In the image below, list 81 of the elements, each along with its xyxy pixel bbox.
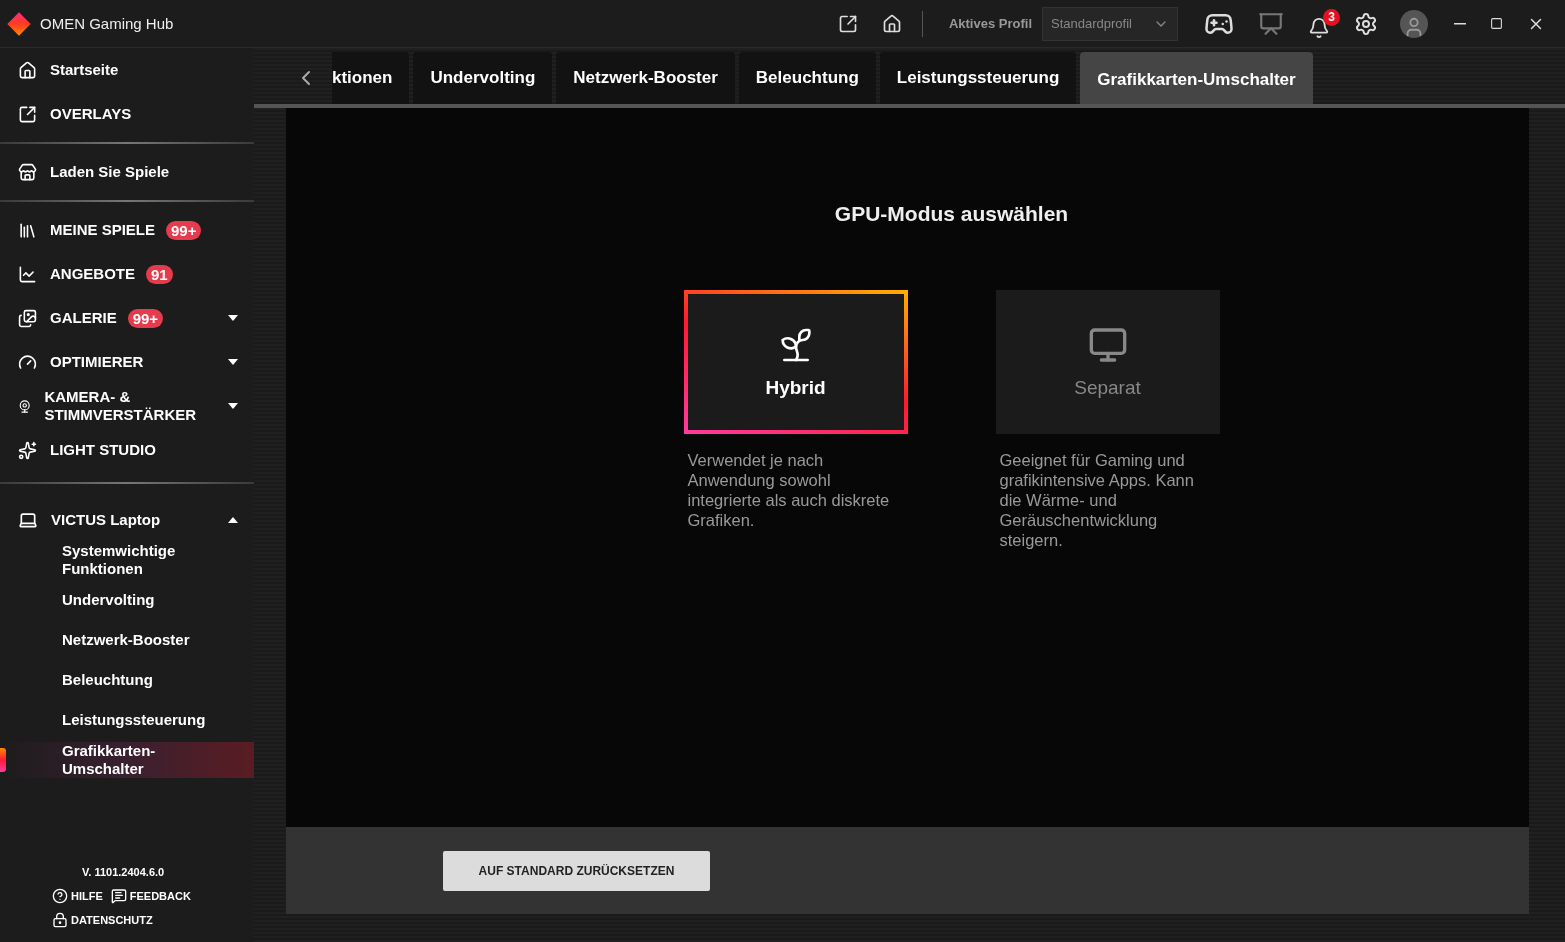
monitor-icon bbox=[1087, 325, 1128, 365]
sidebar-item[interactable]: KAMERA- & STIMMVERSTÄRKER bbox=[0, 384, 254, 428]
sidebar-label: OVERLAYS bbox=[50, 105, 132, 123]
sidebar-label: Startseite bbox=[50, 61, 119, 79]
caret-icon[interactable] bbox=[228, 359, 238, 365]
device-label: VICTUS Laptop bbox=[51, 511, 161, 529]
sidebar-subitem[interactable]: Undervolting bbox=[0, 582, 254, 618]
display-icon bbox=[1258, 10, 1284, 37]
bell-icon bbox=[1308, 16, 1330, 39]
tab[interactable]: Beleuchtung bbox=[738, 52, 876, 104]
sidebar-item[interactable]: MEINE SPIELE 99+ bbox=[0, 208, 254, 252]
device-item[interactable]: VICTUS Laptop bbox=[0, 498, 254, 542]
section-title: GPU-Modus auswählen bbox=[834, 202, 1069, 226]
profile-label: Aktives Profil bbox=[948, 16, 1032, 31]
count-badge: 99+ bbox=[166, 220, 202, 240]
notifications-button[interactable]: 3 bbox=[1308, 8, 1340, 39]
sidebar-item[interactable]: Startseite bbox=[0, 48, 254, 92]
tab[interactable]: ktionen bbox=[332, 52, 410, 104]
store-icon bbox=[18, 162, 37, 182]
sidebar-item[interactable]: LIGHT STUDIO bbox=[0, 428, 254, 472]
caret-icon[interactable] bbox=[228, 315, 238, 321]
gallery-icon bbox=[18, 308, 37, 328]
help-link[interactable]: HILFE bbox=[52, 888, 103, 904]
display-button[interactable] bbox=[1258, 10, 1284, 37]
tab[interactable]: Grafikkarten-Umschalter bbox=[1080, 52, 1313, 104]
settings-icon bbox=[1354, 11, 1378, 36]
sidebar-subitem[interactable]: Systemwichtige Funktionen bbox=[0, 542, 254, 578]
sidebar-item[interactable]: ANGEBOTE 91 bbox=[0, 252, 254, 296]
home-icon bbox=[18, 60, 37, 80]
notification-badge: 3 bbox=[1323, 8, 1340, 26]
sidebar-subitem[interactable]: Grafikkarten-Umschalter bbox=[0, 742, 254, 778]
library-icon bbox=[18, 220, 37, 240]
mode-card[interactable]: Separat bbox=[995, 290, 1220, 434]
count-badge: 99+ bbox=[127, 308, 164, 328]
tab[interactable]: Netzwerk-Booster bbox=[556, 52, 735, 104]
laptop-icon bbox=[18, 510, 38, 530]
sidebar-label: KAMERA- & STIMMVERSTÄRKER bbox=[44, 388, 198, 424]
sidebar-subitem[interactable]: Leistungssteuerung bbox=[0, 702, 254, 738]
settings-button[interactable] bbox=[1354, 11, 1378, 36]
speech-bubble-icon bbox=[110, 888, 127, 904]
version-text: V. 1101.2404.6.0 bbox=[82, 866, 166, 878]
sidebar-label: Laden Sie Spiele bbox=[50, 163, 170, 181]
avatar-icon[interactable] bbox=[1400, 9, 1428, 38]
overlay-button[interactable] bbox=[837, 13, 858, 34]
sidebar-item[interactable]: GALERIE 99+ bbox=[0, 296, 254, 340]
maximize-button[interactable] bbox=[1490, 17, 1503, 30]
privacy-link[interactable]: DATENSCHUTZ bbox=[52, 912, 153, 928]
window-title: OMEN Gaming Hub bbox=[40, 15, 174, 32]
count-badge: 91 bbox=[146, 264, 173, 284]
mode-description: Geeignet für Gaming und grafikintensive Apps. Kann die Wärme- und Geräuschentwicklung steigern. bbox=[999, 450, 1195, 550]
tab[interactable]: Leistungssteuerung bbox=[879, 52, 1077, 104]
sidebar-label: GALERIE bbox=[50, 309, 117, 327]
sidebar-label: LIGHT STUDIO bbox=[50, 441, 156, 459]
maximize-icon bbox=[1490, 17, 1503, 30]
sidebar-item[interactable]: OVERLAYS bbox=[0, 92, 254, 136]
sidebar-subitem[interactable]: Netzwerk-Booster bbox=[0, 622, 254, 658]
minimize-icon bbox=[1454, 22, 1466, 25]
selection-indicator bbox=[0, 748, 6, 772]
minimize-button[interactable] bbox=[1454, 22, 1466, 25]
sidebar-subitem[interactable]: Beleuchtung bbox=[0, 662, 254, 698]
profile-dropdown[interactable]: Standardprofil bbox=[1042, 6, 1178, 41]
sidebar-item[interactable]: OPTIMIERER bbox=[0, 340, 254, 384]
reset-button[interactable]: AUF STANDARD ZURÜCKSETZEN bbox=[443, 850, 710, 891]
home-button[interactable] bbox=[881, 13, 902, 34]
lock-icon bbox=[52, 912, 68, 928]
sparkle-icon bbox=[18, 440, 37, 460]
line-chart-icon bbox=[18, 264, 37, 284]
tab[interactable]: Undervolting bbox=[413, 52, 553, 104]
mode-description: Verwendet je nach Anwendung sowohl integrierte als auch diskrete Grafiken. bbox=[687, 450, 891, 530]
home-icon bbox=[881, 13, 902, 34]
sidebar-label: ANGEBOTE bbox=[50, 265, 135, 283]
caret-icon[interactable] bbox=[228, 517, 238, 523]
overlay-icon bbox=[18, 104, 37, 124]
help-icon bbox=[52, 888, 68, 904]
overlay-icon bbox=[837, 13, 858, 34]
caret-icon[interactable] bbox=[228, 403, 238, 409]
feedback-link[interactable]: FEEDBACK bbox=[110, 888, 191, 904]
gauge-icon bbox=[18, 352, 37, 372]
sidebar-label: MEINE SPIELE bbox=[50, 221, 156, 239]
sidebar-item[interactable]: Laden Sie Spiele bbox=[0, 150, 254, 194]
sidebar-label: OPTIMIERER bbox=[50, 353, 144, 371]
